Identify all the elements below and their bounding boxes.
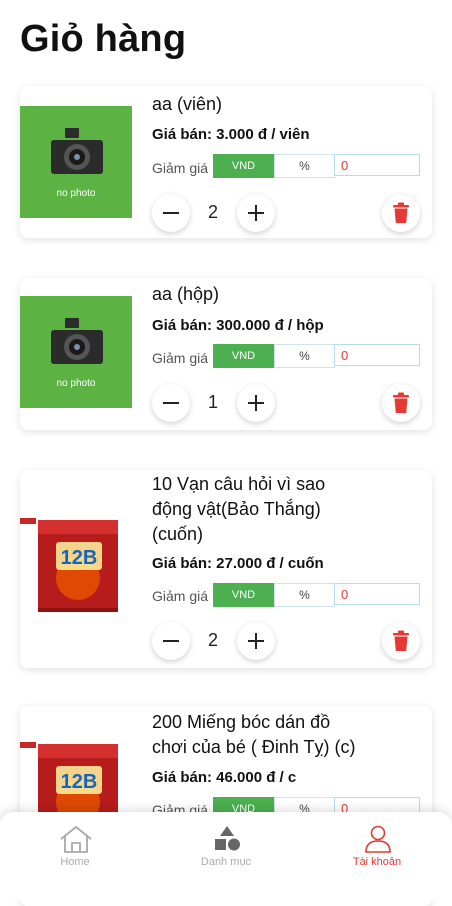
- discount-label: Giảm giá: [152, 350, 209, 366]
- nav-label-categories: Danh mục: [200, 856, 252, 868]
- minus-icon: [163, 212, 179, 214]
- discount-vnd-toggle[interactable]: VND: [213, 154, 274, 178]
- delete-item-button[interactable]: [382, 384, 420, 422]
- bottom-spacer: [0, 882, 452, 900]
- product-thumbnail: no photo: [20, 296, 132, 408]
- cart-item: no photo aa (hộp) Giá bán: 300.000 đ / h…: [20, 278, 432, 430]
- increase-quantity-button[interactable]: [237, 384, 275, 422]
- cart-item: 12B 10 Vạn câu hỏi vì sao động vật(Bảo T…: [20, 470, 432, 668]
- product-name: 200 Miếng bóc dán đồ chơi của bé ( Đinh …: [152, 712, 356, 757]
- product-name: 10 Vạn câu hỏi vì sao động vật(Bảo Thắng…: [152, 474, 326, 544]
- discount-label: Giảm giá: [152, 588, 209, 604]
- nav-item-categories[interactable]: Danh mục: [151, 812, 301, 882]
- discount-label: Giảm giá: [152, 160, 209, 176]
- quantity-value: 1: [208, 392, 219, 412]
- increase-quantity-button[interactable]: [237, 622, 275, 660]
- minus-icon: [163, 402, 179, 404]
- discount-vnd-toggle[interactable]: VND: [213, 583, 274, 607]
- nav-item-account[interactable]: Tài khoản: [302, 812, 452, 882]
- decrease-quantity-button[interactable]: [152, 622, 190, 660]
- product-price: Giá bán: 46.000 đ / c: [152, 769, 297, 786]
- discount-input[interactable]: 0: [334, 344, 420, 366]
- plus-icon: [248, 395, 264, 411]
- discount-percent-toggle[interactable]: %: [274, 154, 335, 178]
- quantity-value: 2: [208, 630, 219, 650]
- trash-icon: [393, 392, 409, 413]
- product-logo-text: 12B: [61, 771, 98, 793]
- minus-icon: [163, 640, 179, 642]
- camera-icon: [51, 318, 103, 364]
- product-name: aa (viên): [152, 94, 223, 114]
- plus-icon: [248, 633, 264, 649]
- product-price: Giá bán: 3.000 đ / viên: [152, 126, 310, 143]
- category-icon: [215, 826, 240, 851]
- discount-percent-toggle[interactable]: %: [274, 344, 335, 368]
- nav-label-home: Home: [60, 856, 90, 868]
- page-title: Giỏ hàng: [20, 18, 187, 60]
- discount-input[interactable]: 0: [334, 154, 420, 176]
- home-icon: [60, 826, 92, 853]
- product-thumbnail: no photo: [20, 106, 132, 218]
- product-price: Giá bán: 27.000 đ / cuốn: [152, 555, 324, 572]
- no-photo-label: no photo: [56, 188, 96, 199]
- decrease-quantity-button[interactable]: [152, 194, 190, 232]
- discount-vnd-toggle[interactable]: VND: [213, 344, 274, 368]
- bottom-navigation: Home Danh mục Tài khoản: [0, 812, 452, 882]
- nav-item-home[interactable]: Home: [0, 812, 150, 882]
- trash-icon: [393, 202, 409, 223]
- decrease-quantity-button[interactable]: [152, 384, 190, 422]
- nav-label-account: Tài khoản: [352, 856, 402, 868]
- camera-icon: [51, 128, 103, 174]
- delete-item-button[interactable]: [382, 622, 420, 660]
- plus-icon: [248, 205, 264, 221]
- product-name: aa (hộp): [152, 284, 220, 304]
- trash-icon: [393, 630, 409, 651]
- quantity-value: 2: [208, 202, 219, 222]
- account-icon: [365, 825, 391, 853]
- delete-item-button[interactable]: [382, 194, 420, 232]
- discount-input[interactable]: 0: [334, 583, 420, 605]
- product-price: Giá bán: 300.000 đ / hộp: [152, 317, 324, 334]
- increase-quantity-button[interactable]: [237, 194, 275, 232]
- product-thumbnail: 12B: [20, 512, 132, 624]
- no-photo-label: no photo: [56, 378, 96, 389]
- discount-percent-toggle[interactable]: %: [274, 583, 335, 607]
- product-image: 12B: [20, 518, 118, 612]
- cart-item: no photo aa (viên) Giá bán: 3.000 đ / vi…: [20, 86, 432, 238]
- product-logo-text: 12B: [61, 547, 98, 569]
